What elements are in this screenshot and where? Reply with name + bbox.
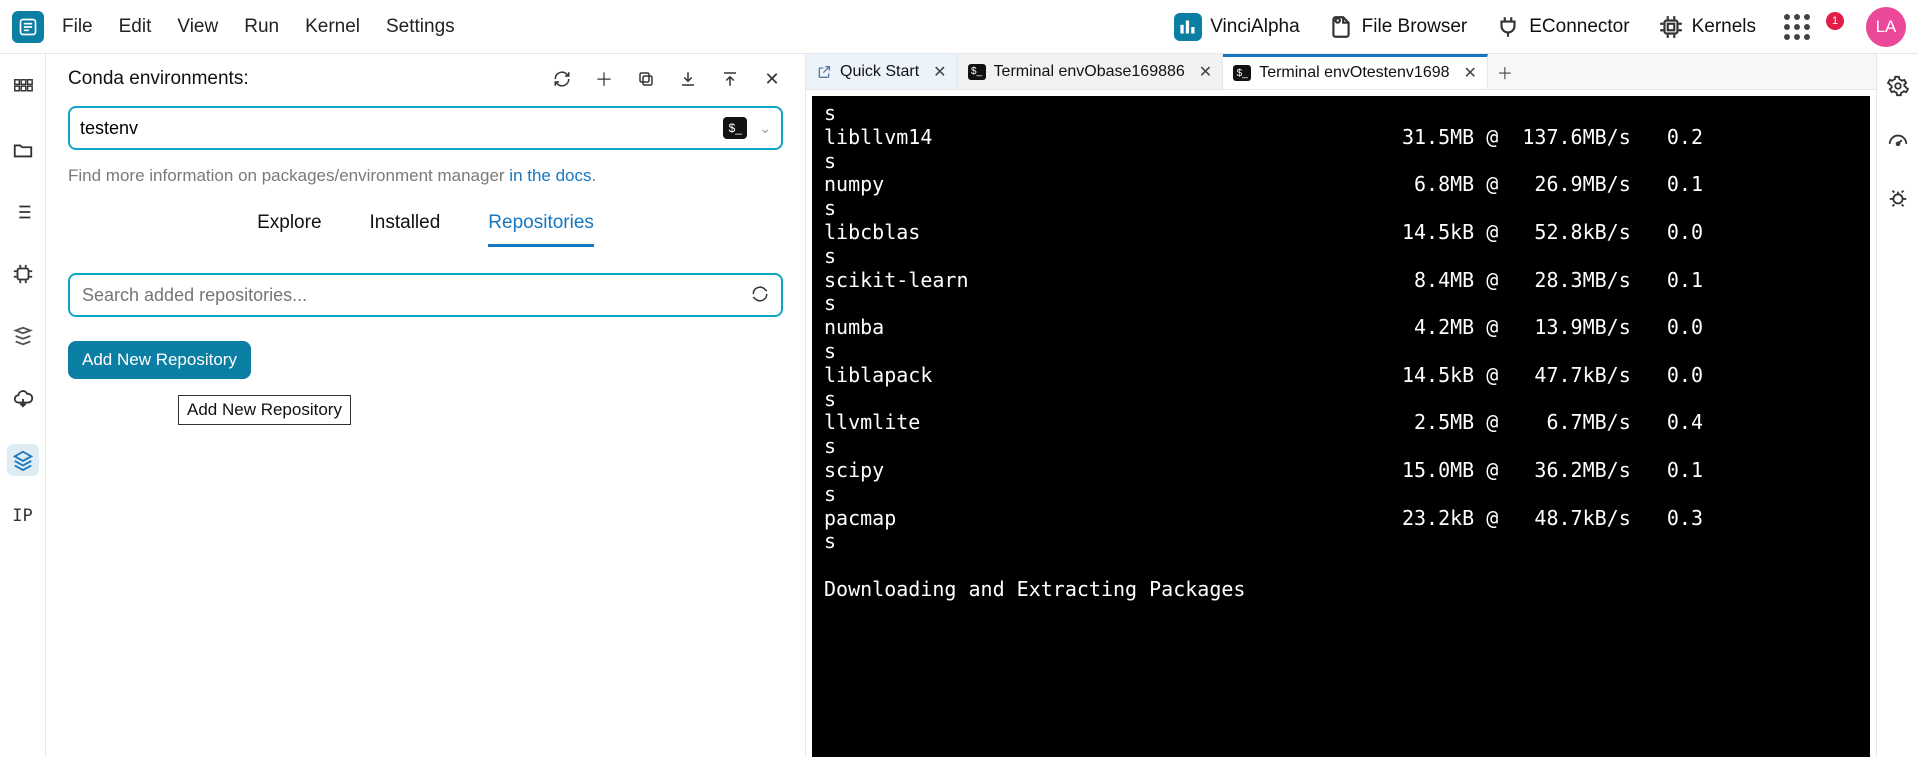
avatar[interactable]: LA (1866, 7, 1906, 47)
tab-terminal-2-close-icon[interactable]: ✕ (1464, 63, 1477, 83)
file-browser-button[interactable]: File Browser (1328, 14, 1468, 40)
tab-terminal-1[interactable]: $_ Terminal envObase169886 ✕ (958, 54, 1224, 89)
tab-terminal-2[interactable]: $_ Terminal envOtestenv1698 ✕ (1223, 54, 1488, 89)
plus-icon[interactable]: ＋ (593, 68, 615, 90)
launch-icon (816, 64, 832, 80)
download-icon[interactable] (677, 68, 699, 90)
conda-panel-title: Conda environments: (68, 68, 249, 90)
file-browser-label: File Browser (1362, 16, 1468, 38)
environment-select[interactable]: $_ ⌄ (68, 106, 783, 150)
add-tab-button[interactable]: ＋ (1488, 54, 1522, 89)
menu-kernel[interactable]: Kernel (305, 16, 360, 38)
add-repository-tooltip: Add New Repository (178, 395, 351, 425)
tab-terminal-1-close-icon[interactable]: ✕ (1199, 62, 1212, 82)
kernels-button[interactable]: Kernels (1658, 14, 1756, 40)
econnector-button[interactable]: EConnector (1495, 14, 1629, 40)
tab-terminal-2-label: Terminal envOtestenv1698 (1259, 64, 1449, 82)
repo-search-input[interactable] (82, 285, 751, 306)
tab-explore[interactable]: Explore (257, 212, 321, 247)
terminal-icon: $_ (968, 64, 986, 80)
grip-icon[interactable] (1784, 14, 1810, 40)
chevron-down-icon[interactable]: ⌄ (759, 120, 771, 137)
environment-input[interactable] (80, 118, 723, 139)
rail-cpu-icon[interactable] (7, 258, 39, 290)
tab-quick-start[interactable]: Quick Start ✕ (806, 54, 958, 89)
rail-list-icon[interactable] (7, 196, 39, 228)
vincialpha-icon (1174, 13, 1202, 41)
right-rail-bug-icon[interactable] (1882, 182, 1914, 214)
repo-search[interactable] (68, 273, 783, 317)
rail-cloud-icon[interactable] (7, 382, 39, 414)
tab-terminal-1-label: Terminal envObase169886 (994, 63, 1185, 81)
docs-link[interactable]: in the docs (509, 166, 591, 185)
vincialpha-button[interactable]: VinciAlpha (1174, 13, 1299, 41)
tab-repositories[interactable]: Repositories (488, 212, 594, 247)
right-rail-gauge-icon[interactable] (1882, 126, 1914, 158)
tab-installed[interactable]: Installed (370, 212, 441, 247)
refresh-icon[interactable] (551, 68, 573, 90)
close-icon[interactable]: ✕ (761, 68, 783, 90)
docs-hint-suffix: . (592, 166, 597, 185)
tab-quick-start-close-icon[interactable]: ✕ (933, 62, 946, 82)
menu-settings[interactable]: Settings (386, 16, 455, 38)
rail-stack-icon[interactable] (7, 320, 39, 352)
copy-icon[interactable] (635, 68, 657, 90)
econnector-label: EConnector (1529, 16, 1629, 38)
file-browser-icon (1328, 14, 1354, 40)
app-logo[interactable] (12, 11, 44, 43)
right-rail-gear-icon[interactable] (1882, 70, 1914, 102)
docs-hint-prefix: Find more information on packages/enviro… (68, 166, 509, 185)
refresh-search-icon[interactable] (751, 285, 769, 306)
vincialpha-label: VinciAlpha (1210, 16, 1299, 38)
terminal-output[interactable]: s libllvm14 31.5MB @ 137.6MB/s 0.2 s num… (812, 96, 1870, 757)
notifications-badge: 1 (1826, 12, 1844, 30)
menu-edit[interactable]: Edit (119, 16, 152, 38)
menu-file[interactable]: File (62, 16, 93, 38)
upload-icon[interactable] (719, 68, 741, 90)
terminal-icon: $_ (1233, 65, 1251, 81)
cpu-icon (1658, 14, 1684, 40)
menu-run[interactable]: Run (244, 16, 279, 38)
plug-icon (1495, 14, 1521, 40)
menu-view[interactable]: View (177, 16, 218, 38)
tab-quick-start-label: Quick Start (840, 63, 919, 81)
add-repository-button[interactable]: Add New Repository (68, 341, 251, 379)
rail-layers-icon[interactable] (7, 444, 39, 476)
rail-folder-icon[interactable] (7, 134, 39, 166)
terminal-chip-icon[interactable]: $_ (723, 117, 747, 139)
rail-ip-label[interactable]: IP (12, 506, 32, 526)
kernels-label: Kernels (1692, 16, 1756, 38)
rail-grid-icon[interactable] (7, 72, 39, 104)
docs-hint: Find more information on packages/enviro… (68, 166, 783, 186)
